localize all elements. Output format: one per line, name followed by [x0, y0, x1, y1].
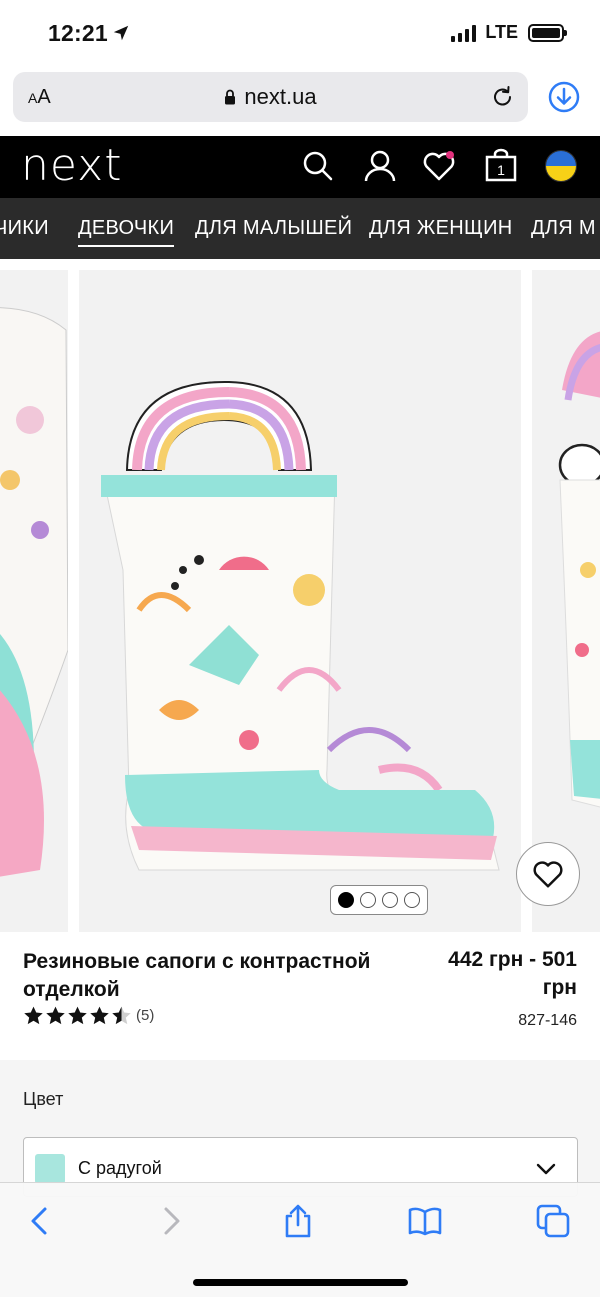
product-price: 442 грн - 501 грн: [448, 948, 577, 999]
product-title: Резиновые сапоги с контрастной отделкой: [23, 950, 371, 1001]
star-half-icon: [112, 1006, 131, 1025]
carousel-dot[interactable]: [338, 892, 354, 908]
carousel-dot[interactable]: [382, 892, 398, 908]
back-icon[interactable]: [22, 1203, 58, 1239]
status-time: 12:21: [48, 20, 108, 46]
download-icon[interactable]: [547, 80, 581, 114]
rating-count[interactable]: (5): [136, 1007, 154, 1024]
carousel-dot[interactable]: [404, 892, 420, 908]
product-rating[interactable]: (5): [23, 1005, 154, 1026]
url-text: next.ua: [244, 84, 317, 109]
favourites-icon[interactable]: [421, 148, 457, 184]
network-type: LTE: [485, 22, 518, 42]
cellular-signal-icon: [451, 24, 477, 42]
lock-icon: [225, 89, 236, 105]
home-indicator: [193, 1279, 408, 1286]
status-bar: 12:21 LTE: [0, 0, 600, 66]
boot-image-partial-right: [558, 331, 600, 808]
star-filled-icon: [24, 1006, 43, 1025]
site-logo[interactable]: next: [21, 140, 122, 191]
ukraine-flag-icon[interactable]: [545, 150, 577, 182]
bag-icon[interactable]: 1: [483, 148, 519, 184]
category-item-women[interactable]: ДЛЯ ЖЕНЩИН: [369, 217, 513, 240]
rain-boot-image: [101, 380, 500, 871]
bookmarks-icon[interactable]: [407, 1203, 443, 1239]
add-to-favourites-button[interactable]: [516, 842, 580, 906]
account-icon[interactable]: [362, 148, 398, 184]
site-header: next 1: [0, 136, 600, 198]
color-swatch: [35, 1154, 65, 1184]
location-arrow-icon: [113, 25, 129, 41]
category-nav: ЧИКИ ДЕВОЧКИ ДЛЯ МАЛЫШЕЙ ДЛЯ ЖЕНЩИН ДЛЯ …: [0, 198, 600, 259]
category-item-men[interactable]: ДЛЯ М: [531, 217, 596, 240]
color-label: Цвет: [23, 1089, 64, 1109]
url-display[interactable]: next.ua: [13, 84, 528, 110]
star-filled-icon: [90, 1006, 109, 1025]
reload-icon[interactable]: [490, 84, 516, 110]
heart-icon: [533, 861, 563, 888]
tabs-icon[interactable]: [535, 1203, 571, 1239]
color-selected-value: С радугой: [78, 1158, 162, 1178]
category-item-girls[interactable]: ДЕВОЧКИ: [78, 217, 175, 247]
carousel-slide-previous[interactable]: [0, 270, 69, 932]
status-indicators: LTE: [451, 22, 567, 43]
chevron-down-icon: [536, 1163, 556, 1175]
bag-count: 1: [497, 162, 505, 178]
star-filled-icon: [46, 1006, 65, 1025]
product-image-carousel[interactable]: [0, 270, 600, 932]
category-item[interactable]: ЧИКИ: [0, 217, 49, 240]
carousel-slide-next[interactable]: [532, 270, 600, 932]
forward-icon[interactable]: [153, 1203, 189, 1239]
address-bar[interactable]: AA next.ua: [13, 72, 528, 122]
search-icon[interactable]: [300, 148, 336, 184]
share-icon[interactable]: [280, 1203, 316, 1239]
product-code: 827-146: [518, 1012, 577, 1029]
carousel-slide-main[interactable]: [79, 270, 521, 932]
battery-icon: [528, 23, 567, 42]
boot-image-partial-left: [0, 307, 69, 877]
carousel-pagination: [330, 885, 428, 915]
carousel-dot[interactable]: [360, 892, 376, 908]
category-item-babies[interactable]: ДЛЯ МАЛЫШЕЙ: [195, 217, 352, 240]
star-filled-icon: [68, 1006, 87, 1025]
